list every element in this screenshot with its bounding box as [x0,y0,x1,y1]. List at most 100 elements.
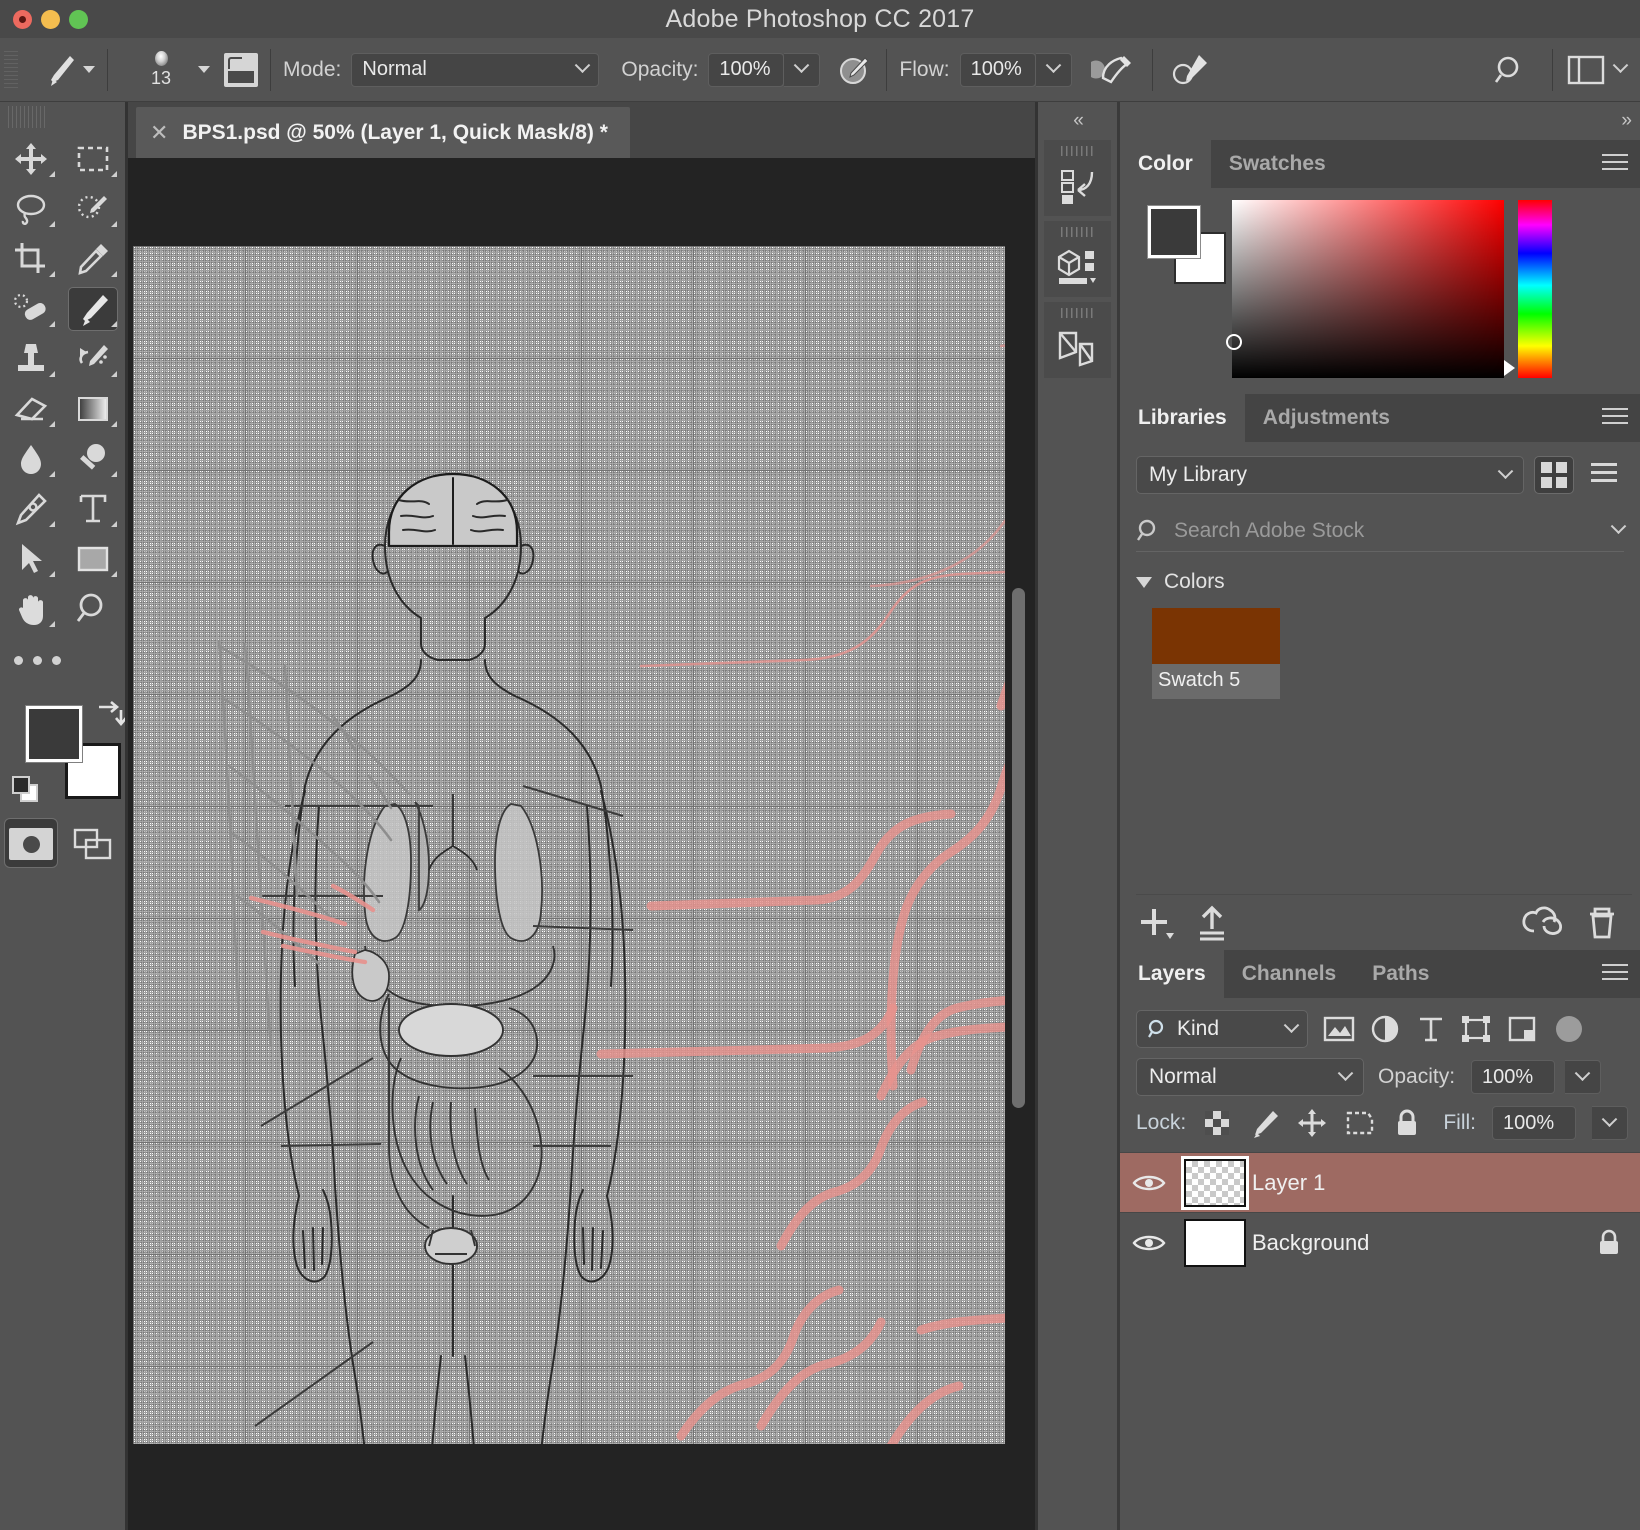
swap-colors-icon[interactable] [94,698,128,728]
smart-object-filter-icon[interactable] [1506,1014,1538,1044]
opacity-pressure-button[interactable] [834,50,874,90]
3d-panel-icon-button[interactable] [1044,221,1111,297]
hue-strip[interactable] [1504,200,1552,378]
eraser-tool[interactable] [0,384,62,434]
tab-color[interactable]: Color [1120,140,1211,188]
history-brush-tool[interactable] [62,334,124,384]
quick-mask-button[interactable] [0,818,62,870]
tab-adjustments[interactable]: Adjustments [1244,394,1408,442]
clone-stamp-tool[interactable] [0,334,62,384]
pen-tool[interactable] [0,484,62,534]
shape-layer-filter-icon[interactable] [1460,1014,1492,1044]
tool-preset-chevron-icon[interactable] [83,66,95,73]
blur-tool[interactable] [0,434,62,484]
default-colors-icon[interactable] [12,776,40,804]
zoom-tool[interactable] [62,584,124,634]
layer-thumbnail-cell[interactable] [1178,1218,1252,1267]
flow-input[interactable]: 100% [959,52,1036,87]
library-swatch-item[interactable]: Swatch 5 [1152,608,1280,699]
lock-artboard-icon[interactable] [1344,1108,1376,1138]
tools-panel-grip[interactable] [8,106,48,128]
path-selection-tool[interactable] [0,534,62,584]
foreground-color-swatch[interactable] [25,705,83,763]
chevron-down-icon[interactable] [1610,518,1627,535]
lasso-tool[interactable] [0,184,62,234]
layer-thumbnail-cell[interactable] [1178,1155,1252,1210]
rectangular-marquee-tool[interactable] [62,134,124,184]
tab-channels[interactable]: Channels [1223,950,1355,998]
hand-tool[interactable] [0,584,62,634]
brush-preset-picker[interactable]: 13 [138,50,184,89]
document-tab[interactable]: ✕ BPS1.psd @ 50% (Layer 1, Quick Mask/8)… [136,107,630,158]
layer-visibility-toggle[interactable] [1120,1232,1178,1254]
library-select[interactable]: My Library [1136,456,1524,494]
rectangle-tool[interactable] [62,534,124,584]
lock-image-pixels-icon[interactable] [1248,1108,1280,1138]
opacity-stepper[interactable] [784,52,821,87]
smoothing-options-button[interactable] [1165,50,1217,90]
quick-selection-tool[interactable] [62,184,124,234]
grid-view-button[interactable] [1534,456,1574,494]
mode-select[interactable]: Normal [351,52,600,87]
color-picker-field[interactable] [1226,200,1504,378]
options-bar-grip[interactable] [4,50,18,89]
tab-swatches[interactable]: Swatches [1210,140,1344,188]
add-plus-icon[interactable] [1136,903,1180,943]
canvas-vertical-scrollbar[interactable] [1012,588,1025,1108]
layer-name[interactable]: Layer 1 [1252,1170,1325,1196]
move-tool[interactable] [0,134,62,184]
adjustment-layer-filter-icon[interactable] [1370,1014,1402,1044]
layer-opacity-stepper[interactable] [1565,1060,1602,1094]
tab-libraries[interactable]: Libraries [1120,394,1245,442]
table-row[interactable]: Background [1120,1212,1640,1272]
lock-all-icon[interactable] [1392,1108,1422,1138]
brush-tool[interactable] [62,284,124,334]
layer-visibility-toggle[interactable] [1120,1172,1178,1194]
close-icon[interactable]: ✕ [150,121,168,144]
edit-toolbar-button[interactable] [0,634,125,686]
layer-fill-stepper[interactable] [1592,1106,1628,1140]
spot-healing-brush-tool[interactable] [0,284,62,334]
layer-blend-mode-select[interactable]: Normal [1136,1058,1364,1096]
layer-filter-kind-select[interactable]: Kind [1136,1010,1308,1048]
tab-layers[interactable]: Layers [1120,950,1224,998]
trash-icon[interactable] [1582,903,1624,943]
filter-toggle-icon[interactable] [1556,1016,1582,1042]
tab-paths[interactable]: Paths [1354,950,1448,998]
list-view-button[interactable] [1584,456,1624,494]
stock-search-input[interactable]: Search Adobe Stock [1174,519,1601,543]
lock-position-icon[interactable] [1296,1108,1328,1138]
actions-panel-icon-button[interactable] [1044,302,1111,378]
type-tool[interactable] [62,484,124,534]
rail-collapse-button[interactable]: « [1038,102,1117,140]
pixel-layer-filter-icon[interactable] [1322,1014,1356,1044]
layer-name[interactable]: Background [1252,1230,1369,1256]
search-button[interactable] [1480,50,1540,90]
crop-tool[interactable] [0,234,62,284]
brush-preset-chevron-icon[interactable] [198,66,210,73]
current-tool-preset[interactable] [40,50,95,90]
color-panel-foreground-swatch[interactable] [1147,205,1201,259]
canvas-area[interactable] [125,158,1035,1530]
tablet-pressure-size-button[interactable] [224,52,258,87]
panel-menu-icon[interactable] [1602,408,1628,429]
upload-icon[interactable] [1194,903,1234,943]
document-canvas[interactable] [133,246,1005,1444]
dock-collapse-icon[interactable]: » [1621,110,1631,132]
screen-mode-button[interactable] [62,818,124,870]
history-panel-icon-button[interactable] [1044,140,1111,216]
table-row[interactable]: Layer 1 [1120,1152,1640,1212]
colors-section-header[interactable]: Colors [1136,570,1624,594]
dodge-tool[interactable] [62,434,124,484]
eyedropper-tool[interactable] [62,234,124,284]
airbrush-button[interactable] [1088,50,1140,90]
stock-search-row[interactable]: Search Adobe Stock [1136,510,1627,552]
type-layer-filter-icon[interactable] [1416,1014,1446,1044]
layer-opacity-input[interactable]: 100% [1471,1060,1556,1094]
gradient-tool[interactable] [62,384,124,434]
workspace-switcher[interactable] [1565,52,1629,88]
lock-transparent-pixels-icon[interactable] [1202,1108,1232,1138]
panel-menu-icon[interactable] [1602,154,1628,175]
opacity-input[interactable]: 100% [708,52,785,87]
flow-stepper[interactable] [1035,52,1072,87]
